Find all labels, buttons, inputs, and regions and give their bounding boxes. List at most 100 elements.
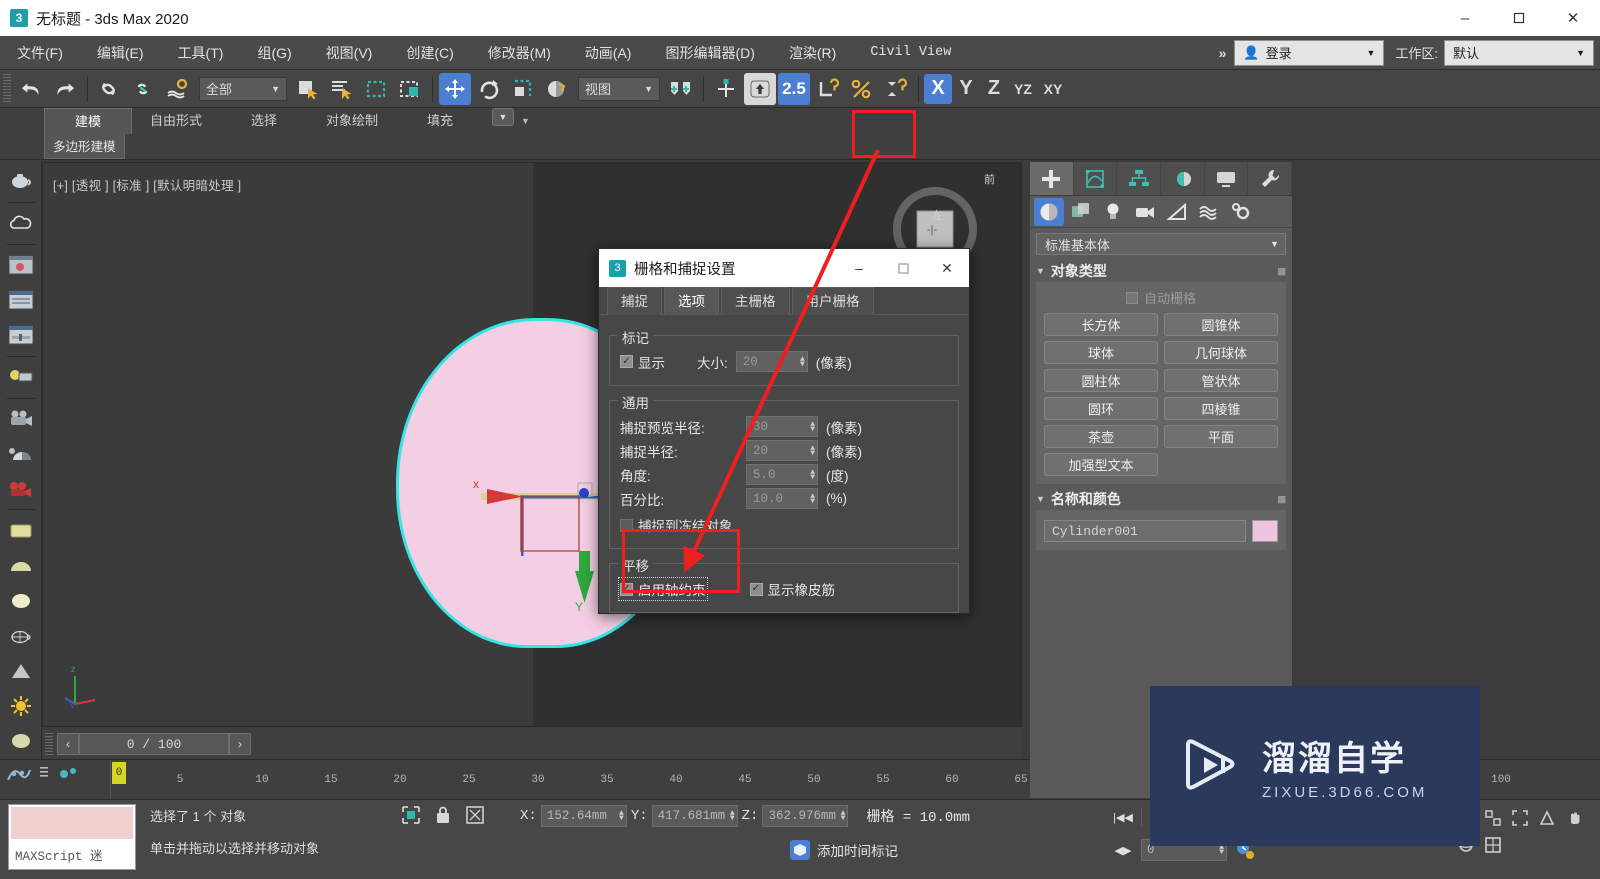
key-filter-icon[interactable]	[56, 764, 82, 789]
category-helpers-button[interactable]	[1162, 198, 1192, 226]
create-box-button[interactable]: 长方体	[1044, 313, 1158, 336]
ribbon-dropdown-icon[interactable]: ▼	[492, 108, 514, 126]
grid-and-snap-settings-dialog[interactable]: 3 栅格和捕捉设置 – ✕ 捕捉 选项 主栅格 用户栅格 标记 ✓ 显示 大小:…	[598, 248, 970, 614]
render-icon[interactable]	[4, 473, 38, 504]
rectangular-selection-region-button[interactable]	[360, 73, 392, 105]
spinner-snap-toggle-button[interactable]	[880, 73, 912, 105]
bind-to-space-warp-button[interactable]	[162, 73, 194, 105]
dialog-tab-options[interactable]: 选项	[664, 287, 719, 315]
spinner-icon[interactable]: ▲ ▼	[810, 468, 815, 481]
menu-modifiers[interactable]: 修改器(M)	[471, 36, 568, 70]
ribbon-tab-modeling[interactable]: 建模	[44, 108, 132, 134]
angle-snap-toggle-button[interactable]	[812, 73, 844, 105]
create-sphere-button[interactable]: 球体	[1044, 341, 1158, 364]
category-lights-button[interactable]	[1098, 198, 1128, 226]
create-cone-button[interactable]: 圆锥体	[1164, 313, 1278, 336]
rollout-name-color-header[interactable]: ▼ 名称和颜色 ▦	[1036, 488, 1286, 510]
command-tab-modify[interactable]	[1074, 162, 1118, 195]
rendered-frame-window-icon[interactable]	[4, 320, 38, 351]
create-tube-button[interactable]: 管状体	[1164, 369, 1278, 392]
category-cameras-button[interactable]	[1130, 198, 1160, 226]
snap-radius-field[interactable]: 20 ▲ ▼	[746, 440, 818, 461]
command-tab-motion[interactable]	[1161, 162, 1205, 195]
maximize-button[interactable]	[1492, 0, 1546, 36]
spinner-icon[interactable]: ▲ ▼	[730, 810, 735, 823]
dialog-tab-user-grids[interactable]: 用户栅格	[791, 287, 874, 315]
ribbon-tab-selection[interactable]: 选择	[220, 108, 308, 134]
place-button[interactable]	[541, 73, 573, 105]
menu-civil-view[interactable]: Civil View	[853, 36, 968, 70]
select-and-scale-button[interactable]	[507, 73, 539, 105]
minimize-button[interactable]: –	[1438, 0, 1492, 36]
transform-type-in-icon[interactable]	[464, 804, 486, 826]
axis-constraint-yz-button[interactable]: YZ	[1008, 74, 1038, 104]
maxscript-input[interactable]: MAXScript 迷	[11, 841, 133, 867]
spinner-icon[interactable]: ▲ ▼	[841, 810, 846, 823]
snap-toggle-button[interactable]	[744, 72, 776, 105]
maximize-viewport-icon[interactable]	[1481, 833, 1505, 857]
object-name-field[interactable]: Cylinder001	[1044, 520, 1246, 542]
create-pyramid-button[interactable]: 四棱锥	[1164, 397, 1278, 420]
create-cylinder-button[interactable]: 圆柱体	[1044, 369, 1158, 392]
dialog-title-bar[interactable]: 3 栅格和捕捉设置 – ✕	[599, 249, 969, 287]
curve-editor-icon[interactable]	[6, 764, 32, 789]
menu-graph-editors[interactable]: 图形编辑器(D)	[648, 36, 771, 70]
command-tab-create[interactable]	[1030, 162, 1074, 195]
ribbon-chevron-icon[interactable]: ▼	[521, 116, 530, 126]
render-frame-icon[interactable]	[4, 285, 38, 316]
redo-button[interactable]	[49, 73, 81, 105]
track-view-icon[interactable]	[38, 764, 50, 789]
camera-icon[interactable]	[4, 403, 38, 434]
coord-y-field[interactable]: 417.681mm ▲ ▼	[651, 805, 738, 827]
dialog-tab-snap[interactable]: 捕捉	[607, 287, 662, 315]
menu-animation[interactable]: 动画(A)	[568, 36, 649, 70]
create-plane-button[interactable]: 平面	[1164, 425, 1278, 448]
pan-hand-icon[interactable]	[1562, 806, 1586, 830]
rollout-object-type-header[interactable]: ▼ 对象类型 ▦	[1036, 260, 1286, 282]
time-slider-prev-button[interactable]: ‹	[57, 733, 79, 755]
select-and-move-button[interactable]	[439, 72, 471, 105]
sun-icon[interactable]	[4, 690, 38, 721]
spinner-icon[interactable]: ▲ ▼	[810, 492, 815, 505]
category-systems-button[interactable]	[1226, 198, 1256, 226]
category-space-warps-button[interactable]	[1194, 198, 1224, 226]
category-shapes-button[interactable]	[1066, 198, 1096, 226]
command-tab-display[interactable]	[1205, 162, 1249, 195]
command-tab-hierarchy[interactable]	[1117, 162, 1162, 195]
time-slider-handle[interactable]: 0 / 100	[79, 733, 229, 755]
marker-display-checkbox[interactable]: ✓ 显示	[620, 352, 665, 372]
axis-constraint-y-button[interactable]: Y	[952, 74, 980, 104]
ribbon-tab-object-paint[interactable]: 对象绘制	[308, 108, 396, 134]
axis-constraint-xy-button[interactable]: XY	[1038, 74, 1068, 104]
zoom-extents-icon[interactable]	[1508, 806, 1532, 830]
select-and-rotate-button[interactable]	[473, 73, 505, 105]
menu-edit[interactable]: 编辑(E)	[80, 36, 161, 70]
ribbon-tab-populate[interactable]: 填充	[396, 108, 484, 134]
menu-create[interactable]: 创建(C)	[389, 36, 470, 70]
dialog-minimize-button[interactable]: –	[837, 249, 881, 287]
snap-to-frozen-checkbox[interactable]: 捕捉到冻结对象	[620, 515, 733, 535]
menu-views[interactable]: 视图(V)	[309, 36, 390, 70]
dialog-maximize-button[interactable]	[881, 249, 925, 287]
spinner-icon[interactable]: ▲ ▼	[810, 444, 815, 457]
create-geosphere-button[interactable]: 几何球体	[1164, 341, 1278, 364]
marker-size-field[interactable]: 20 ▲ ▼	[735, 351, 808, 372]
percent-snap-toggle-button[interactable]	[846, 73, 878, 105]
ribbon-tab-freeform[interactable]: 自由形式	[132, 108, 220, 134]
menu-rendering[interactable]: 渲染(R)	[772, 36, 853, 70]
selection-filter-dropdown[interactable]: 全部 ▼	[199, 76, 287, 101]
material-dome-icon[interactable]	[4, 550, 38, 581]
material-sphere-icon[interactable]	[4, 585, 38, 616]
undo-button[interactable]	[15, 73, 47, 105]
material-plane-icon[interactable]	[4, 515, 38, 546]
enable-axis-constraints-checkbox[interactable]: ✓ 启用轴约束	[618, 577, 708, 601]
object-color-swatch[interactable]	[1252, 520, 1278, 542]
spinner-icon[interactable]: ▲ ▼	[619, 810, 624, 823]
dialog-tab-home-grid[interactable]: 主栅格	[721, 287, 790, 315]
menu-overflow-icon[interactable]: »	[1211, 45, 1235, 61]
ribbon-panel-polygon-modeling[interactable]: 多边形建模	[44, 133, 125, 159]
teapot-icon[interactable]	[4, 166, 38, 197]
disc-icon[interactable]	[4, 725, 38, 756]
lock-icon[interactable]	[432, 804, 454, 826]
axis-constraint-x-button[interactable]: X	[924, 73, 952, 104]
